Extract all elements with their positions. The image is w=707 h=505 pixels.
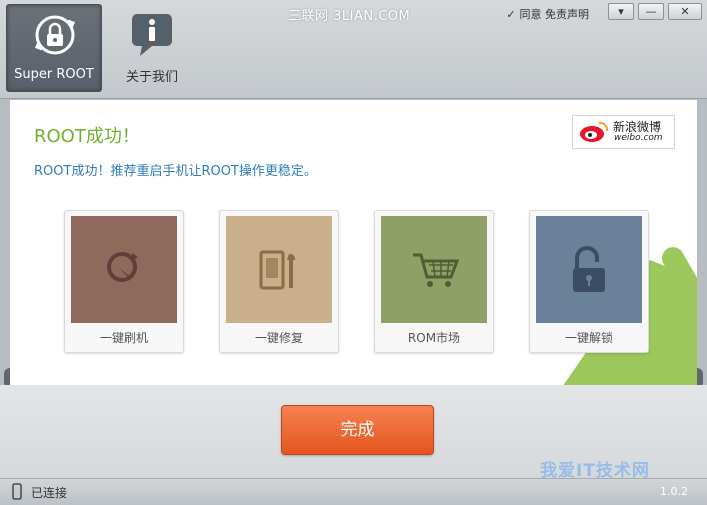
repair-tools-icon	[259, 250, 296, 290]
watermark-bottom: 我爱IT技术网	[540, 461, 650, 481]
card-label: 一键刷机	[99, 331, 148, 345]
card-tile	[226, 216, 332, 323]
page-title: ROOT成功！	[34, 126, 140, 147]
menu-dropdown-button[interactable]: ▾	[608, 3, 634, 20]
tab-about-us[interactable]: 关于我们	[104, 4, 200, 92]
main-panel: ROOT成功！ ROOT成功！推荐重启手机让ROOT操作更稳定。 新浪微博 we…	[10, 100, 697, 385]
card-tile	[536, 216, 642, 323]
disclaimer-link[interactable]: 免责声明	[545, 8, 589, 21]
tab-super-root[interactable]: Super ROOT	[6, 4, 102, 92]
agree-checkbox[interactable]: ✓	[506, 8, 516, 21]
title-bar: 三联网 3LIAN.COM Super ROOT 关于我们 ✓ 同意 免责声明 …	[0, 0, 707, 99]
info-icon	[132, 14, 172, 56]
weibo-link[interactable]: 新浪微博 weibo.com	[572, 115, 675, 149]
unlock-icon	[573, 246, 605, 292]
card-rom-market[interactable]: ROM市场	[374, 210, 494, 353]
minimize-icon: —	[645, 5, 657, 18]
connection-status: 已连接	[31, 486, 68, 500]
minimize-button[interactable]: —	[638, 3, 664, 20]
version-label: 1.0.2	[660, 485, 688, 498]
status-bar: 已连接 1.0.2	[0, 478, 707, 505]
page-subtitle: ROOT成功！推荐重启手机让ROOT操作更稳定。	[34, 164, 317, 179]
card-one-click-unlock[interactable]: 一键解锁	[529, 210, 649, 353]
lock-refresh-icon	[35, 15, 75, 55]
chevron-down-icon: ▾	[618, 5, 624, 18]
close-icon: ✕	[680, 5, 690, 18]
card-tile	[381, 216, 487, 323]
card-label: 一键修复	[254, 331, 303, 345]
agree-label: 同意	[519, 8, 542, 21]
weibo-icon	[580, 121, 609, 142]
card-label: 一键解锁	[564, 331, 613, 345]
card-one-click-flash[interactable]: 一键刷机	[64, 210, 184, 353]
card-label: ROM市场	[407, 331, 461, 345]
flash-icon	[107, 252, 138, 282]
tab-super-root-label: Super ROOT	[14, 67, 94, 82]
close-button[interactable]: ✕	[668, 3, 702, 20]
done-button[interactable]: 完成	[281, 405, 434, 455]
watermark-top: 三联网 3LIAN.COM	[288, 9, 411, 24]
shopping-cart-icon	[413, 253, 459, 287]
agree-disclaimer: ✓ 同意 免责声明	[506, 6, 589, 22]
weibo-domain: weibo.com	[614, 133, 663, 143]
phone-icon	[12, 483, 22, 500]
card-tile	[71, 216, 177, 323]
app-window: 三联网 3LIAN.COM Super ROOT 关于我们 ✓ 同意 免责声明 …	[0, 0, 707, 505]
tab-about-us-label: 关于我们	[125, 70, 178, 85]
card-one-click-repair[interactable]: 一键修复	[219, 210, 339, 353]
